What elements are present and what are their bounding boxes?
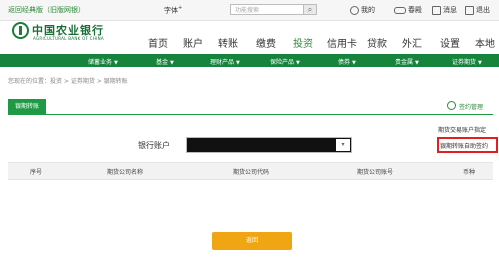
bank-account-select[interactable] — [186, 137, 352, 153]
nav-home[interactable]: 首页 — [148, 35, 168, 50]
column-header-index: 序号 — [30, 169, 43, 176]
glasses-icon — [394, 6, 406, 14]
menu-savings[interactable]: 储蓄业务 ▼ — [88, 57, 118, 66]
chevron-down-icon: ▼ — [236, 60, 240, 66]
menu-wealth-label: 理财产品 — [210, 59, 235, 66]
menu-wealth[interactable]: 理财产品 ▼ — [210, 57, 240, 66]
menu-metals-label: 贵金属 — [395, 59, 414, 66]
exit-icon — [465, 5, 474, 15]
bank-account-label: 银行账户 — [138, 141, 170, 150]
font-label: 字体 — [164, 6, 178, 15]
user-icon — [350, 5, 359, 15]
menu-metals[interactable]: 贵金属 ▼ — [395, 57, 419, 66]
classic-version-link[interactable]: 返回经典版（旧版网银） — [8, 5, 85, 15]
bank-name-en: AGRICULTURAL BANK OF CHINA — [33, 36, 104, 41]
menu-bond[interactable]: 债券 ▼ — [338, 57, 356, 66]
glasses-button[interactable]: 春殿 — [394, 5, 422, 15]
chevron-down-icon: ▼ — [114, 60, 118, 66]
breadcrumb: 您现在的位置：投资 > 证券期货 > 银期转账 — [8, 78, 128, 85]
menu-insurance[interactable]: 保险产品 ▼ — [270, 57, 300, 66]
my-account-button[interactable]: 我的 — [350, 5, 375, 15]
self-sign-link[interactable]: 银期转账自助签约 — [440, 141, 488, 150]
tool-label-glasses: 春殿 — [408, 6, 422, 14]
futures-account-designate-link[interactable]: 期货交易账户指定 — [438, 125, 486, 134]
logout-button[interactable]: 退出 — [465, 5, 490, 15]
search-input[interactable]: 功能搜索 — [230, 4, 305, 15]
search-icon[interactable]: ⌕ — [303, 4, 317, 15]
bank-logo-icon — [12, 22, 29, 39]
contract-management-link[interactable]: 签约管理 — [459, 102, 483, 111]
chevron-down-icon: ▼ — [478, 60, 482, 66]
sub-menu-bar — [0, 54, 499, 67]
menu-fund[interactable]: 基金 ▼ — [156, 57, 174, 66]
column-header-company-account: 期货公司账号 — [357, 169, 394, 176]
chevron-down-icon[interactable]: ▾ — [336, 139, 350, 151]
menu-insurance-label: 保险产品 — [270, 59, 295, 66]
menu-fund-label: 基金 — [156, 59, 169, 66]
nav-payment[interactable]: 缴费 — [256, 35, 276, 50]
nav-account[interactable]: 账户 — [183, 35, 203, 50]
return-button[interactable]: 返回 — [212, 232, 292, 250]
tab-underline — [8, 114, 493, 115]
nav-local[interactable]: 本地 — [475, 35, 495, 50]
chevron-down-icon: ▼ — [415, 60, 419, 66]
nav-settings[interactable]: 设置 — [440, 35, 460, 50]
nav-loan[interactable]: 贷款 — [367, 35, 387, 50]
menu-bond-label: 债券 — [338, 59, 351, 66]
tab-bank-futures-transfer[interactable]: 银期转账 — [8, 99, 46, 115]
nav-investment[interactable]: 投资 — [293, 35, 313, 50]
menu-securities[interactable]: 证券期货 ▼ — [452, 57, 482, 66]
nav-forex[interactable]: 外汇 — [402, 35, 422, 50]
chevron-down-icon: ▼ — [352, 60, 356, 66]
messages-button[interactable]: 消息 — [432, 5, 457, 15]
menu-securities-label: 证券期货 — [452, 59, 477, 66]
tool-label-messages: 消息 — [443, 6, 457, 14]
message-icon — [432, 5, 441, 15]
nav-transfer[interactable]: 转账 — [218, 35, 238, 50]
nav-credit-card[interactable]: 信用卡 — [327, 35, 357, 50]
column-header-currency: 币种 — [463, 169, 476, 176]
column-header-company-name: 期货公司名称 — [107, 169, 144, 176]
font-size-toggle[interactable]: 字体+ — [164, 5, 182, 15]
chevron-down-icon: ▼ — [296, 60, 300, 66]
menu-savings-label: 储蓄业务 — [88, 59, 113, 66]
chevron-down-icon: ▼ — [170, 60, 174, 66]
tool-label-my: 我的 — [361, 6, 375, 14]
tool-label-logout: 退出 — [476, 6, 490, 14]
column-header-company-code: 期货公司代码 — [233, 169, 270, 176]
gear-icon[interactable] — [447, 101, 456, 110]
